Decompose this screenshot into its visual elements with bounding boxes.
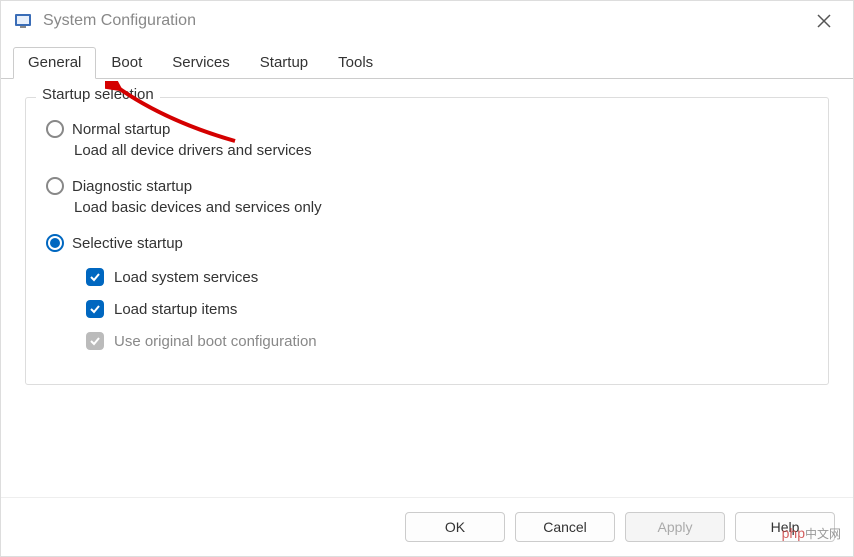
cancel-button[interactable]: Cancel	[515, 512, 615, 542]
checkbox-icon	[86, 268, 104, 286]
checkbox-label: Load system services	[114, 269, 258, 286]
normal-startup-label: Normal startup	[72, 121, 170, 138]
radio-icon	[46, 177, 64, 195]
tab-startup[interactable]: Startup	[245, 47, 323, 78]
normal-startup-radio[interactable]: Normal startup	[46, 120, 808, 138]
dialog-buttons: OK Cancel Apply Help	[1, 497, 853, 556]
use-original-boot-checkbox: Use original boot configuration	[86, 332, 808, 350]
diagnostic-startup-label: Diagnostic startup	[72, 178, 192, 195]
startup-selection-group: Startup selection Normal startup Load al…	[25, 97, 829, 385]
radio-icon	[46, 120, 64, 138]
tab-boot[interactable]: Boot	[96, 47, 157, 78]
tab-general[interactable]: General	[13, 47, 96, 79]
load-startup-items-checkbox[interactable]: Load startup items	[86, 300, 808, 318]
checkbox-icon	[86, 300, 104, 318]
checkbox-label: Load startup items	[114, 301, 237, 318]
checkbox-label: Use original boot configuration	[114, 333, 317, 350]
tab-services[interactable]: Services	[157, 47, 245, 78]
tab-tools[interactable]: Tools	[323, 47, 388, 78]
load-system-services-checkbox[interactable]: Load system services	[86, 268, 808, 286]
group-title: Startup selection	[36, 86, 160, 103]
diagnostic-startup-radio[interactable]: Diagnostic startup	[46, 177, 808, 195]
normal-startup-desc: Load all device drivers and services	[74, 142, 808, 159]
help-button[interactable]: Help	[735, 512, 835, 542]
tab-bar: General Boot Services Startup Tools	[1, 41, 853, 79]
apply-button: Apply	[625, 512, 725, 542]
ok-button[interactable]: OK	[405, 512, 505, 542]
selective-startup-label: Selective startup	[72, 235, 183, 252]
close-icon[interactable]	[807, 4, 841, 38]
checkbox-icon	[86, 332, 104, 350]
titlebar: System Configuration	[1, 1, 853, 41]
diagnostic-startup-desc: Load basic devices and services only	[74, 199, 808, 216]
selective-startup-radio[interactable]: Selective startup	[46, 234, 808, 252]
app-icon	[13, 11, 33, 31]
tab-content: Startup selection Normal startup Load al…	[1, 79, 853, 497]
window-title: System Configuration	[43, 12, 807, 30]
window: System Configuration General Boot Servic…	[0, 0, 854, 557]
radio-icon	[46, 234, 64, 252]
